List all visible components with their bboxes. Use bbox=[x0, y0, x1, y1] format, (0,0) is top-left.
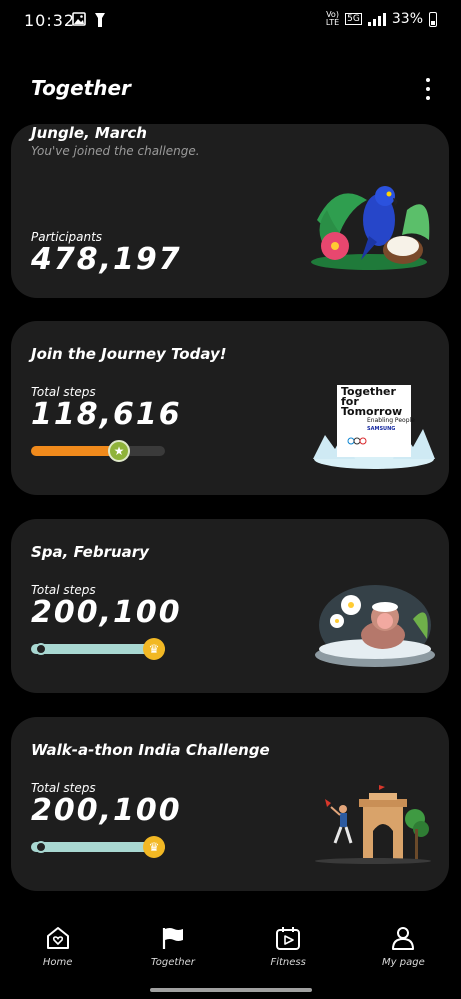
more-options-button[interactable] bbox=[423, 78, 433, 100]
nav-home-label: Home bbox=[42, 957, 73, 968]
notification-icons bbox=[72, 12, 106, 28]
calendar-play-icon bbox=[276, 927, 301, 950]
status-right: Vo) LTE 5G 33% bbox=[326, 11, 437, 27]
card-subtitle: You've joined the challenge. bbox=[31, 144, 200, 158]
page-title: Together bbox=[31, 76, 131, 100]
nav-home[interactable]: Home bbox=[0, 915, 115, 975]
stat-value: 200,100 bbox=[31, 793, 182, 828]
signal-icon bbox=[367, 12, 386, 26]
crown-icon: ♛ bbox=[143, 638, 165, 660]
card-title: Walk-a-thon India Challenge bbox=[31, 741, 270, 759]
progress-bar: ♛ bbox=[31, 836, 165, 858]
nav-together[interactable]: Together bbox=[115, 915, 230, 975]
home-heart-icon bbox=[46, 927, 69, 949]
nav-fitness-label: Fitness bbox=[270, 957, 306, 968]
nav-my-page[interactable]: My page bbox=[346, 915, 461, 975]
volte-indicator: Vo) LTE bbox=[325, 10, 340, 27]
samsung-logo: SAMSUNG bbox=[367, 426, 396, 432]
challenge-card-spa[interactable]: Spa, February Total steps 200,100 ♛ bbox=[11, 519, 449, 693]
progress-fill bbox=[31, 446, 120, 456]
art-text-line3: Tomorrow bbox=[341, 405, 403, 418]
challenge-card-jungle[interactable]: Jungle, March You've joined the challeng… bbox=[11, 124, 449, 298]
start-marker-icon bbox=[35, 841, 47, 853]
person-icon bbox=[392, 927, 415, 950]
gallery-icon bbox=[72, 12, 86, 26]
stat-value: 200,100 bbox=[31, 595, 182, 630]
network-type: 5G bbox=[345, 13, 362, 25]
star-icon: ★ bbox=[108, 440, 130, 462]
stat-value: 118,616 bbox=[31, 397, 182, 432]
flashlight-icon bbox=[95, 13, 105, 27]
card-title: Jungle, March bbox=[31, 124, 147, 142]
nav-together-label: Together bbox=[150, 957, 195, 968]
more-vert-icon bbox=[426, 78, 430, 82]
art-text-line4: Enabling People bbox=[367, 417, 415, 424]
jungle-parrot-illustration bbox=[311, 186, 430, 270]
card-title: Join the Journey Today! bbox=[31, 345, 227, 363]
battery-percent: 33% bbox=[391, 11, 423, 27]
india-gate-runner-illustration bbox=[315, 785, 431, 864]
home-indicator[interactable] bbox=[150, 988, 312, 992]
stat-value: 478,197 bbox=[31, 242, 182, 277]
flag-icon bbox=[162, 928, 183, 949]
progress-bar: ★ bbox=[31, 440, 165, 462]
together-for-tomorrow-illustration: Together for Tomorrow Enabling People SA… bbox=[311, 379, 437, 471]
challenge-card-walkathon[interactable]: Walk-a-thon India Challenge Total steps … bbox=[11, 717, 449, 891]
start-marker-icon bbox=[35, 643, 47, 655]
bottom-navigation: Home Together Fitness My page bbox=[0, 915, 461, 975]
status-time: 10:32 bbox=[24, 11, 76, 30]
nav-my-page-label: My page bbox=[382, 957, 425, 968]
crown-icon: ♛ bbox=[143, 836, 165, 858]
status-bar: 10:32 Vo) LTE 5G 33% bbox=[0, 0, 461, 42]
challenge-card-journey[interactable]: Join the Journey Today! Total steps 118,… bbox=[11, 321, 449, 495]
card-title: Spa, February bbox=[31, 543, 149, 561]
battery-icon bbox=[429, 11, 437, 27]
app-header: Together bbox=[0, 72, 461, 108]
nav-fitness[interactable]: Fitness bbox=[231, 915, 346, 975]
snow-monkey-spa-illustration bbox=[315, 585, 435, 667]
progress-bar: ♛ bbox=[31, 638, 165, 660]
